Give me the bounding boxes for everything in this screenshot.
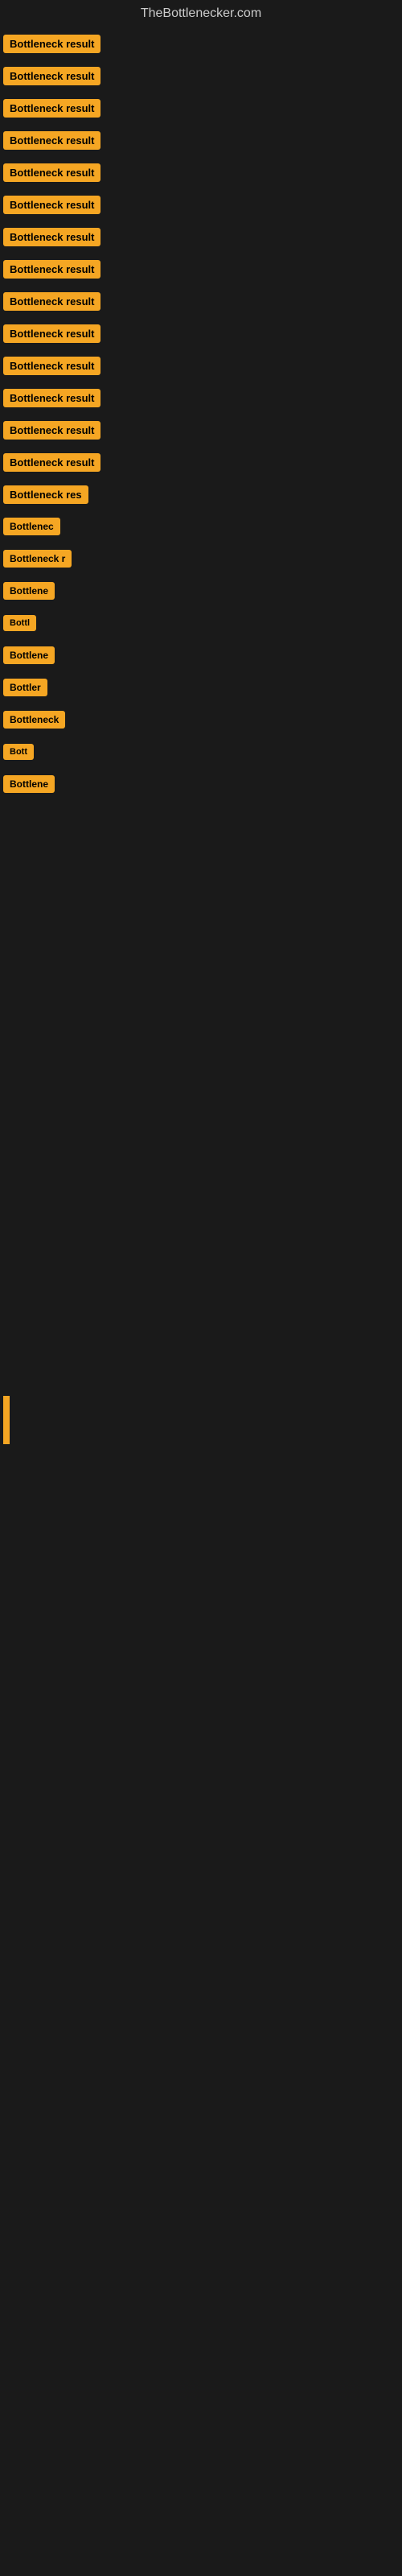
list-item: Bottleneck result	[0, 382, 402, 414]
bottleneck-badge[interactable]: Bottl	[3, 615, 36, 631]
list-item: Bottleneck r	[0, 543, 402, 575]
list-item: Bottl	[0, 607, 402, 639]
bottleneck-badge[interactable]: Bottleneck result	[3, 228, 100, 246]
list-item: Bottleneck result	[0, 414, 402, 446]
list-item: Bottleneck result	[0, 285, 402, 317]
bottleneck-badge[interactable]: Bottleneck result	[3, 453, 100, 472]
list-item: Bottleneck	[0, 704, 402, 736]
small-indicator	[3, 1396, 10, 1444]
list-item: Bott	[0, 736, 402, 768]
list-item: Bottlene	[0, 768, 402, 800]
bottleneck-badge[interactable]: Bottler	[3, 679, 47, 696]
bottleneck-badge[interactable]: Bottleneck result	[3, 324, 100, 343]
bottleneck-badge[interactable]: Bottleneck	[3, 711, 65, 729]
list-item: Bottleneck result	[0, 60, 402, 92]
list-item: Bottleneck result	[0, 188, 402, 221]
bottleneck-badge[interactable]: Bottleneck result	[3, 67, 100, 85]
list-item: Bottleneck result	[0, 317, 402, 349]
bottleneck-badge[interactable]: Bottlene	[3, 775, 55, 793]
list-item: Bottleneck result	[0, 446, 402, 478]
bottleneck-badge[interactable]: Bottlene	[3, 646, 55, 664]
list-item: Bottlene	[0, 639, 402, 671]
bottleneck-badge[interactable]: Bottleneck result	[3, 389, 100, 407]
bottleneck-badge[interactable]: Bottleneck result	[3, 260, 100, 279]
bottleneck-badge[interactable]: Bottleneck result	[3, 163, 100, 182]
list-item: Bottlenec	[0, 510, 402, 543]
list-item: Bottleneck result	[0, 253, 402, 285]
list-item: Bottleneck result	[0, 27, 402, 60]
list-item: Bottleneck res	[0, 478, 402, 510]
bottleneck-badge[interactable]: Bottlene	[3, 582, 55, 600]
list-item: Bottleneck result	[0, 349, 402, 382]
bottleneck-badge[interactable]: Bott	[3, 744, 34, 760]
bottleneck-badge[interactable]: Bottleneck result	[3, 196, 100, 214]
list-item: Bottleneck result	[0, 221, 402, 253]
bottleneck-badge[interactable]: Bottleneck result	[3, 421, 100, 440]
bottleneck-badge[interactable]: Bottleneck r	[3, 550, 72, 568]
bottleneck-badge[interactable]: Bottleneck result	[3, 292, 100, 311]
list-item: Bottler	[0, 671, 402, 704]
list-item: Bottlene	[0, 575, 402, 607]
list-item: Bottleneck result	[0, 156, 402, 188]
list-item: Bottleneck result	[0, 92, 402, 124]
site-title: TheBottlenecker.com	[0, 0, 402, 27]
bottleneck-badge[interactable]: Bottleneck result	[3, 131, 100, 150]
bottleneck-badge[interactable]: Bottleneck result	[3, 99, 100, 118]
bottleneck-badge[interactable]: Bottleneck result	[3, 35, 100, 53]
bottleneck-badge[interactable]: Bottleneck result	[3, 357, 100, 375]
list-item: Bottleneck result	[0, 124, 402, 156]
bottleneck-badge[interactable]: Bottleneck res	[3, 485, 88, 504]
bottleneck-badge[interactable]: Bottlenec	[3, 518, 60, 535]
